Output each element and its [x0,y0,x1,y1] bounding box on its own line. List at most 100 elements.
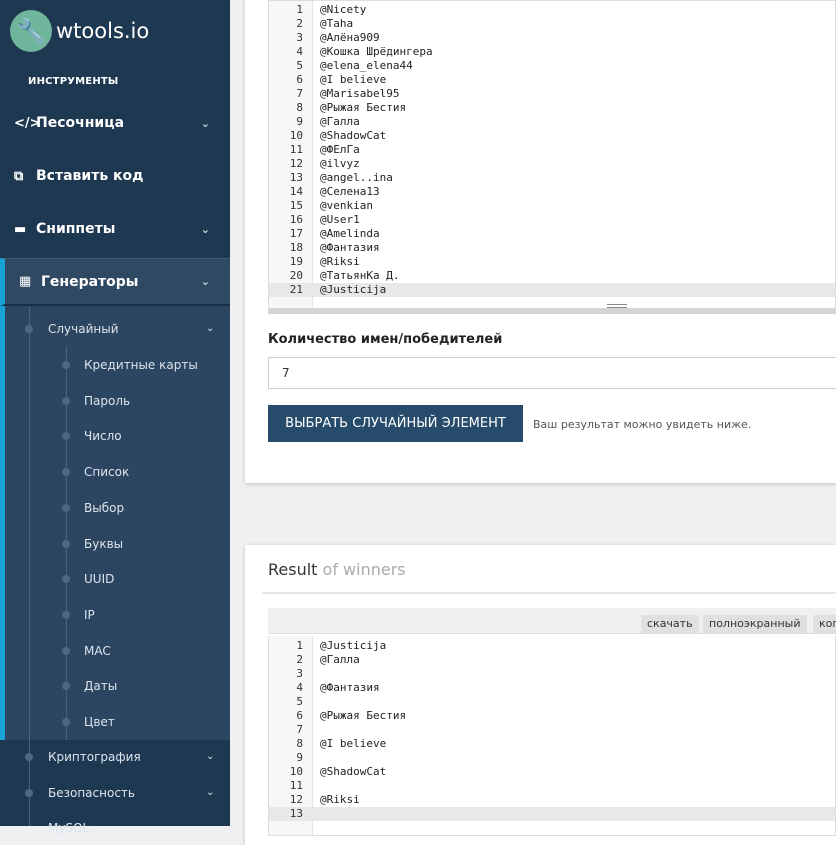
count-label: Количество имен/победителей [268,332,503,347]
sidebar-group-security[interactable]: Безопасность ⌄ [48,783,214,803]
line-number: 13 [289,171,303,184]
tree-dot [62,718,70,726]
result-hint: Ваш результат можно увидеть ниже. [533,418,752,431]
tree-dot [62,361,70,369]
line-text: @Рыжая Бестия [320,101,407,114]
fullscreen-button[interactable]: полноэкранный [703,615,807,633]
code-line: 15 @venkian [269,199,835,213]
tree-dot [62,396,70,405]
sidebar-item-random[interactable]: Буквы [84,534,123,554]
code-line: 7 @Marisabel95 [269,87,835,101]
line-text: @Фантазия [320,241,380,254]
code-line: 10 @ShadowCat [269,129,835,143]
sidebar-item-random[interactable]: Выбор [84,498,124,518]
label: Криптография [48,750,141,764]
line-text: @elena_elena44 [320,59,413,72]
line-number: 4 [296,45,303,58]
line-number: 9 [296,751,303,764]
chevron-down-icon: ⌄ [200,222,210,236]
line-number: 18 [289,241,303,254]
paste-icon: ⧉ [14,168,24,184]
sidebar-item-random[interactable]: Даты [84,676,117,696]
chevron-down-icon: ⌄ [206,751,215,762]
line-text: @ilvyz [320,157,360,170]
sidebar-item-paste[interactable]: ⧉ Вставить код [0,153,230,199]
logo[interactable]: 🔧 wtools.io [10,10,149,52]
code-line: 3 [269,667,835,681]
line-number: 8 [296,737,303,750]
line-number: 20 [289,269,303,282]
line-number: 3 [296,667,303,680]
code-line: 11 [269,779,835,793]
line-number: 5 [296,59,303,72]
line-number: 9 [296,115,303,128]
code-line: 21 @Justicija [269,283,835,297]
tree-dot [25,325,33,333]
code-line: 13 [269,807,835,821]
code-line: 6 @I believe [269,73,835,87]
resize-handle-icon[interactable] [607,304,627,308]
count-input[interactable]: 7 [268,357,836,389]
code-line: 4 @Кошка Шрёдингера [269,45,835,59]
code-line: 10 @ShadowCat [269,765,835,779]
line-text: @angel..ina [320,171,393,184]
logo-text: wtools.io [56,19,150,43]
sidebar-group-crypto[interactable]: Криптография ⌄ [48,747,214,767]
sidebar-group-mysql[interactable]: MySQL [48,818,89,838]
code-line: 11 @ФЕлГа [269,143,835,157]
sidebar-item-snippets[interactable]: ▬ Сниппеты ⌄ [0,206,230,252]
pick-random-button[interactable]: ВЫБРАТЬ СЛУЧАЙНЫЙ ЭЛЕМЕНТ [268,405,523,442]
line-number: 8 [296,101,303,114]
label: Безопасность [48,786,135,800]
divider [262,592,836,594]
tree-dot [62,503,70,512]
names-editor[interactable]: 1 @Nicety 2 @Taha 3 @Алёна909 4 @Кошка Шрёдинге… [268,0,836,314]
line-text: @Amelinda [320,227,380,240]
code-line: 9 [269,751,835,765]
code-line: 3 @Алёна909 [269,31,835,45]
line-number: 12 [289,157,303,170]
sidebar-item-random[interactable]: UUID [84,569,114,589]
sidebar-item-random[interactable]: Кредитные карты [84,355,198,375]
line-text: @ФЕлГа [320,143,360,156]
generator-icon: ▦ [19,274,32,289]
line-text: @Галла [320,653,360,666]
code-line: 1 @Justicija [269,639,835,653]
sidebar-item-generators[interactable]: ▦ Генераторы ⌄ [0,258,230,306]
code-line: 20 @ТатьянКа Д. [269,269,835,283]
code-line: 19 @Riksi [269,255,835,269]
sidebar-item-sandbox[interactable]: </> Песочница ⌄ [0,100,230,146]
sidebar-item-random[interactable]: Список [84,462,129,482]
code-icon: </> [14,115,41,131]
download-button[interactable]: скачать [641,615,699,633]
line-number: 16 [289,213,303,226]
line-number: 4 [296,681,303,694]
line-text: @Фантазия [320,681,380,694]
sidebar-item-random[interactable]: Цвет [84,712,115,732]
sidebar-item-random[interactable]: IP [84,605,95,625]
line-text: @I believe [320,737,387,750]
label: Вставить код [36,168,144,184]
code-line: 2 @Галла [269,653,835,667]
sidebar-group-random[interactable]: Случайный ⌄ [48,319,214,339]
line-text: @ShadowCat [320,765,387,778]
line-number: 1 [296,3,303,16]
line-number: 21 [289,283,303,296]
line-number: 13 [289,807,303,820]
tree-dot [62,646,70,655]
sidebar-item-random[interactable]: Пароль [84,391,130,411]
line-number: 19 [289,255,303,268]
sidebar-item-random[interactable]: Число [84,426,122,446]
tools-icon: 🔧 [10,10,52,52]
code-line: 2 @Taha [269,17,835,31]
code-line: 1 @Nicety [269,3,835,17]
line-text: @Justicija [320,283,387,296]
result-editor[interactable]: 1 @Justicija 2 @Галла 3 4 @Фантазия 5 6 @Рыжая Бе… [268,636,836,836]
line-text: @venkian [320,199,373,212]
code-line: 5 [269,695,835,709]
sidebar-item-random[interactable]: MAC [84,641,111,661]
chevron-down-icon: ⌄ [200,275,210,288]
line-text: @Кошка Шрёдингера [320,45,433,58]
copy-button[interactable]: коп [813,615,836,633]
line-number: 7 [296,87,303,100]
